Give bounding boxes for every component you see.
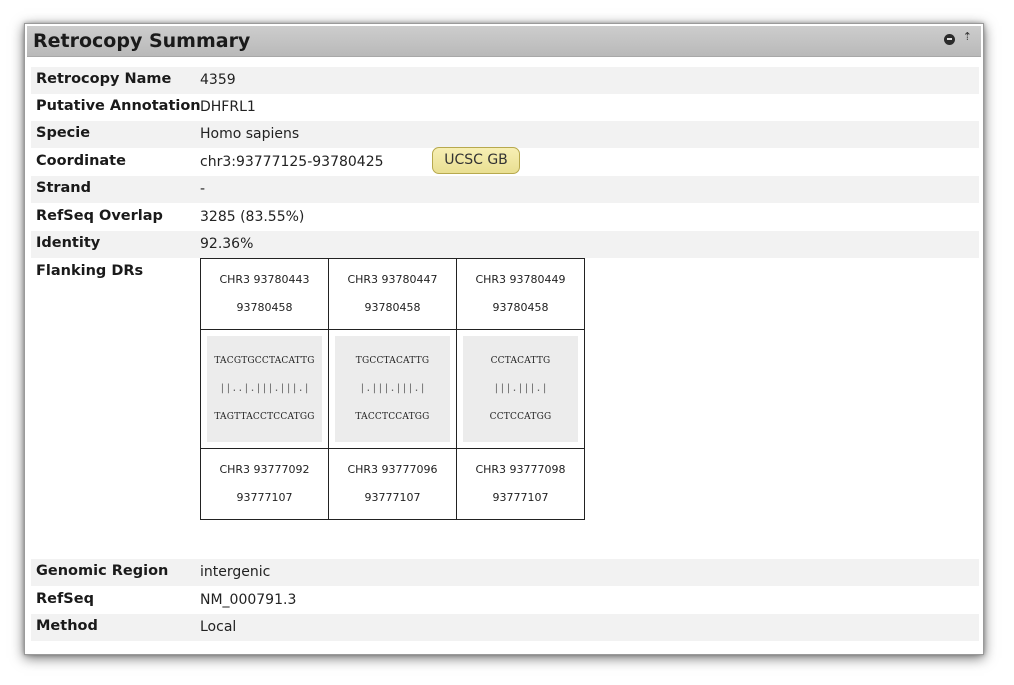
value-strand: - bbox=[200, 181, 206, 197]
dr-bottom-line1: CHR3 93777092 bbox=[219, 463, 310, 476]
dr-top-positions-row: CHR3 93780443 93780458 CHR3 93780447 937… bbox=[200, 258, 585, 330]
value-refseq: NM_000791.3 bbox=[200, 592, 297, 608]
alignment-box: TGCCTACATTG |.|||.|||.| TACCTCCATGG bbox=[335, 336, 450, 442]
label-coordinate: Coordinate bbox=[36, 153, 126, 169]
row-refseq: RefSeq NM_000791.3 bbox=[31, 587, 979, 614]
label-genomic-region: Genomic Region bbox=[36, 563, 169, 579]
value-method: Local bbox=[200, 619, 237, 635]
dr-alignment-cell: TGCCTACATTG |.|||.|||.| TACCTCCATGG bbox=[328, 329, 457, 449]
label-refseq: RefSeq bbox=[36, 591, 94, 607]
dr-alignment-row: TACGTGCCTACATTG ||..|.|||.|||.| TAGTTACC… bbox=[200, 329, 585, 449]
value-identity: 92.36% bbox=[200, 236, 254, 252]
dr-bottom-line2: 93777107 bbox=[364, 491, 421, 504]
row-putative-annotation: Putative Annotation DHFRL1 bbox=[31, 94, 979, 121]
label-method: Method bbox=[36, 618, 98, 634]
flanking-drs-table: CHR3 93780443 93780458 CHR3 93780447 937… bbox=[200, 258, 585, 520]
ucsc-gb-button[interactable]: UCSC GB bbox=[432, 147, 520, 174]
dr-bottom-positions-row: CHR3 93777092 93777107 CHR3 93777096 937… bbox=[200, 448, 585, 520]
row-specie: Specie Homo sapiens bbox=[31, 121, 979, 148]
value-genomic-region: intergenic bbox=[200, 564, 271, 580]
retrocopy-summary-panel: Retrocopy Summary ⇡ Retrocopy Name 4359 … bbox=[24, 23, 984, 655]
value-refseq-overlap: 3285 (83.55%) bbox=[200, 209, 305, 225]
label-strand: Strand bbox=[36, 180, 92, 196]
row-refseq-overlap: RefSeq Overlap 3285 (83.55%) bbox=[31, 204, 979, 231]
pin-top-icon[interactable]: ⇡ bbox=[963, 31, 972, 43]
dr-top-line2: 93780458 bbox=[236, 301, 293, 314]
panel-title: Retrocopy Summary bbox=[33, 30, 251, 52]
dr-bottom-line2: 93777107 bbox=[236, 491, 293, 504]
dr-top-cell: CHR3 93780449 93780458 bbox=[456, 258, 585, 330]
value-retrocopy-name: 4359 bbox=[200, 72, 236, 88]
alignment-seq-top: TGCCTACATTG bbox=[355, 356, 430, 366]
dr-alignment-cell: TACGTGCCTACATTG ||..|.|||.|||.| TAGTTACC… bbox=[200, 329, 329, 449]
alignment-seq-top: TACGTGCCTACATTG bbox=[214, 356, 315, 366]
row-identity: Identity 92.36% bbox=[31, 231, 979, 258]
alignment-seq-bottom: CCTCCATGG bbox=[489, 412, 552, 422]
alignment-box: CCTACATTG |||.|||.| CCTCCATGG bbox=[463, 336, 578, 442]
label-specie: Specie bbox=[36, 125, 91, 141]
dr-top-line1: CHR3 93780447 bbox=[347, 273, 438, 286]
row-coordinate: Coordinate chr3:93777125-93780425 UCSC G… bbox=[31, 147, 979, 176]
alignment-match-line: ||..|.|||.|||.| bbox=[219, 383, 310, 394]
dr-top-line1: CHR3 93780443 bbox=[219, 273, 310, 286]
alignment-match-line: |||.|||.| bbox=[493, 383, 548, 394]
row-method: Method Local bbox=[31, 614, 979, 641]
label-refseq-overlap: RefSeq Overlap bbox=[36, 208, 163, 224]
dr-bottom-line1: CHR3 93777098 bbox=[475, 463, 566, 476]
alignment-box: TACGTGCCTACATTG ||..|.|||.|||.| TAGTTACC… bbox=[207, 336, 322, 442]
alignment-match-line: |.|||.|||.| bbox=[359, 383, 426, 394]
dr-alignment-cell: CCTACATTG |||.|||.| CCTCCATGG bbox=[456, 329, 585, 449]
panel-titlebar: Retrocopy Summary ⇡ bbox=[27, 26, 981, 57]
label-putative-annotation: Putative Annotation bbox=[36, 98, 201, 114]
dr-top-line1: CHR3 93780449 bbox=[475, 273, 566, 286]
label-retrocopy-name: Retrocopy Name bbox=[36, 71, 172, 87]
collapse-toggle-icon[interactable] bbox=[944, 34, 955, 45]
dr-top-line2: 93780458 bbox=[364, 301, 421, 314]
dr-bottom-line2: 93777107 bbox=[492, 491, 549, 504]
value-coordinate: chr3:93777125-93780425 bbox=[200, 154, 384, 170]
dr-top-cell: CHR3 93780447 93780458 bbox=[328, 258, 457, 330]
alignment-seq-top: CCTACATTG bbox=[490, 356, 551, 366]
dr-bottom-line1: CHR3 93777096 bbox=[347, 463, 438, 476]
label-flanking-drs: Flanking DRs bbox=[36, 263, 144, 279]
value-specie: Homo sapiens bbox=[200, 126, 300, 142]
value-putative-annotation: DHFRL1 bbox=[200, 99, 256, 115]
row-genomic-region: Genomic Region intergenic bbox=[31, 559, 979, 586]
row-strand: Strand - bbox=[31, 176, 979, 203]
label-identity: Identity bbox=[36, 235, 101, 251]
dr-top-cell: CHR3 93780443 93780458 bbox=[200, 258, 329, 330]
dr-bottom-cell: CHR3 93777096 93777107 bbox=[328, 448, 457, 520]
alignment-seq-bottom: TAGTTACCTCCATGG bbox=[214, 412, 315, 422]
dr-bottom-cell: CHR3 93777092 93777107 bbox=[200, 448, 329, 520]
dr-top-line2: 93780458 bbox=[492, 301, 549, 314]
dr-bottom-cell: CHR3 93777098 93777107 bbox=[456, 448, 585, 520]
alignment-seq-bottom: TACCTCCATGG bbox=[355, 412, 430, 422]
row-retrocopy-name: Retrocopy Name 4359 bbox=[31, 67, 979, 94]
